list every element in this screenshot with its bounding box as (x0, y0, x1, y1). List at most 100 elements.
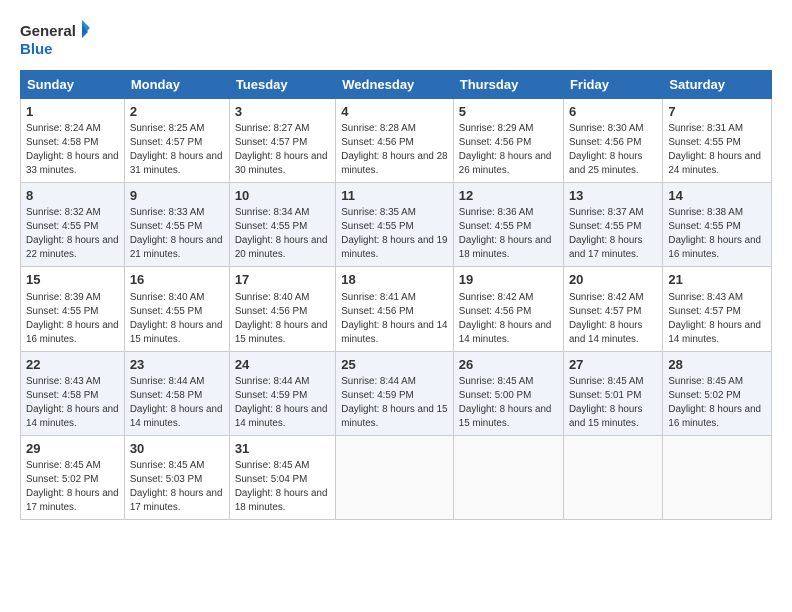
week-row-5: 29 Sunrise: 8:45 AMSunset: 5:02 PMDayligh… (21, 435, 772, 519)
day-number: 19 (459, 271, 558, 289)
day-number: 24 (235, 356, 330, 374)
sunrise-info: Sunrise: 8:32 AMSunset: 4:55 PMDaylight:… (26, 207, 119, 260)
logo: General Blue (20, 18, 90, 60)
sunrise-info: Sunrise: 8:44 AMSunset: 4:58 PMDaylight:… (130, 376, 223, 429)
calendar-cell: 21 Sunrise: 8:43 AMSunset: 4:57 PMDayligh… (663, 267, 772, 351)
calendar-cell: 9Sunrise: 8:33 AMSunset: 4:55 PMDaylight… (124, 183, 229, 267)
sunrise-info: Sunrise: 8:39 AMSunset: 4:55 PMDaylight:… (26, 292, 119, 345)
calendar-cell (336, 435, 454, 519)
svg-text:General: General (20, 23, 76, 40)
calendar-cell: 8 Sunrise: 8:32 AMSunset: 4:55 PMDaylight… (21, 183, 125, 267)
week-row-3: 15Sunrise: 8:39 AMSunset: 4:55 PMDayligh… (21, 267, 772, 351)
sunrise-info: Sunrise: 8:30 AMSunset: 4:56 PMDaylight:… (569, 123, 644, 176)
day-number: 20 (569, 271, 657, 289)
calendar-cell (663, 435, 772, 519)
sunrise-info: Sunrise: 8:38 AMSunset: 4:55 PMDaylight:… (668, 207, 761, 260)
day-number: 13 (569, 187, 657, 205)
week-row-1: 1 Sunrise: 8:24 AMSunset: 4:58 PMDaylight… (21, 99, 772, 183)
svg-text:Blue: Blue (20, 41, 53, 58)
day-number: 22 (26, 356, 119, 374)
day-number: 27 (569, 356, 657, 374)
calendar-cell: 24 Sunrise: 8:44 AMSunset: 4:59 PMDayligh… (229, 351, 335, 435)
calendar-cell: 4 Sunrise: 8:28 AMSunset: 4:56 PMDaylight… (336, 99, 454, 183)
sunrise-info: Sunrise: 8:24 AMSunset: 4:58 PMDaylight:… (26, 123, 119, 176)
week-row-2: 8 Sunrise: 8:32 AMSunset: 4:55 PMDaylight… (21, 183, 772, 267)
calendar-cell: 13 Sunrise: 8:37 AMSunset: 4:55 PMDayligh… (563, 183, 662, 267)
day-number: 11 (341, 187, 448, 205)
calendar-cell: 10 Sunrise: 8:34 AMSunset: 4:55 PMDayligh… (229, 183, 335, 267)
col-header-thursday: Thursday (453, 71, 563, 99)
day-number: 6 (569, 103, 657, 121)
calendar-cell: 28Sunrise: 8:45 AMSunset: 5:02 PMDayligh… (663, 351, 772, 435)
calendar-cell: 3 Sunrise: 8:27 AMSunset: 4:57 PMDaylight… (229, 99, 335, 183)
sunrise-info: Sunrise: 8:42 AMSunset: 4:56 PMDaylight:… (459, 292, 552, 345)
sunrise-info: Sunrise: 8:35 AMSunset: 4:55 PMDaylight:… (341, 207, 447, 260)
calendar-cell: 12 Sunrise: 8:36 AMSunset: 4:55 PMDayligh… (453, 183, 563, 267)
day-number: 21 (668, 271, 766, 289)
sunrise-info: Sunrise: 8:34 AMSunset: 4:55 PMDaylight:… (235, 207, 328, 260)
calendar-cell (453, 435, 563, 519)
day-number: 29 (26, 440, 119, 458)
col-header-tuesday: Tuesday (229, 71, 335, 99)
sunrise-info: Sunrise: 8:27 AMSunset: 4:57 PMDaylight:… (235, 123, 328, 176)
sunrise-info: Sunrise: 8:37 AMSunset: 4:55 PMDaylight:… (569, 207, 644, 260)
calendar-body: 1 Sunrise: 8:24 AMSunset: 4:58 PMDaylight… (21, 99, 772, 520)
day-number: 26 (459, 356, 558, 374)
day-number: 12 (459, 187, 558, 205)
day-number: 1 (26, 103, 119, 121)
sunrise-info: Sunrise: 8:45 AMSunset: 5:03 PMDaylight:… (130, 460, 223, 513)
calendar-cell: 17Sunrise: 8:40 AMSunset: 4:56 PMDayligh… (229, 267, 335, 351)
day-number: 5 (459, 103, 558, 121)
day-number: 7 (668, 103, 766, 121)
day-number: 3 (235, 103, 330, 121)
calendar-cell: 19 Sunrise: 8:42 AMSunset: 4:56 PMDayligh… (453, 267, 563, 351)
sunrise-info: Sunrise: 8:45 AMSunset: 5:00 PMDaylight:… (459, 376, 552, 429)
calendar-cell: 30 Sunrise: 8:45 AMSunset: 5:03 PMDayligh… (124, 435, 229, 519)
col-header-sunday: Sunday (21, 71, 125, 99)
day-number: 18 (341, 271, 448, 289)
sunrise-info: Sunrise: 8:44 AMSunset: 4:59 PMDaylight:… (235, 376, 328, 429)
page: General Blue SundayMondayTuesdayWednesda… (0, 0, 792, 612)
calendar-table: SundayMondayTuesdayWednesdayThursdayFrid… (20, 70, 772, 520)
sunrise-info: Sunrise: 8:28 AMSunset: 4:56 PMDaylight:… (341, 123, 447, 176)
calendar-cell: 1 Sunrise: 8:24 AMSunset: 4:58 PMDaylight… (21, 99, 125, 183)
sunrise-info: Sunrise: 8:45 AMSunset: 5:02 PMDaylight:… (26, 460, 119, 513)
calendar-cell: 11 Sunrise: 8:35 AMSunset: 4:55 PMDayligh… (336, 183, 454, 267)
sunrise-info: Sunrise: 8:29 AMSunset: 4:56 PMDaylight:… (459, 123, 552, 176)
sunrise-info: Sunrise: 8:43 AMSunset: 4:57 PMDaylight:… (668, 292, 761, 345)
col-header-friday: Friday (563, 71, 662, 99)
week-row-4: 22 Sunrise: 8:43 AMSunset: 4:58 PMDayligh… (21, 351, 772, 435)
header: General Blue (20, 18, 772, 60)
day-number: 25 (341, 356, 448, 374)
calendar-cell: 18Sunrise: 8:41 AMSunset: 4:56 PMDayligh… (336, 267, 454, 351)
calendar-cell: 29 Sunrise: 8:45 AMSunset: 5:02 PMDayligh… (21, 435, 125, 519)
sunrise-info: Sunrise: 8:31 AMSunset: 4:55 PMDaylight:… (668, 123, 761, 176)
calendar-cell: 22 Sunrise: 8:43 AMSunset: 4:58 PMDayligh… (21, 351, 125, 435)
calendar-cell: 16Sunrise: 8:40 AMSunset: 4:55 PMDayligh… (124, 267, 229, 351)
day-number: 17 (235, 271, 330, 289)
col-header-monday: Monday (124, 71, 229, 99)
day-number: 2 (130, 103, 224, 121)
sunrise-info: Sunrise: 8:43 AMSunset: 4:58 PMDaylight:… (26, 376, 119, 429)
calendar-cell: 15Sunrise: 8:39 AMSunset: 4:55 PMDayligh… (21, 267, 125, 351)
day-number: 10 (235, 187, 330, 205)
day-number: 4 (341, 103, 448, 121)
sunrise-info: Sunrise: 8:45 AMSunset: 5:04 PMDaylight:… (235, 460, 328, 513)
calendar-cell: 5 Sunrise: 8:29 AMSunset: 4:56 PMDaylight… (453, 99, 563, 183)
calendar-cell: 20Sunrise: 8:42 AMSunset: 4:57 PMDayligh… (563, 267, 662, 351)
sunrise-info: Sunrise: 8:45 AMSunset: 5:01 PMDaylight:… (569, 376, 644, 429)
calendar-header-row: SundayMondayTuesdayWednesdayThursdayFrid… (21, 71, 772, 99)
col-header-wednesday: Wednesday (336, 71, 454, 99)
calendar-cell: 31Sunrise: 8:45 AMSunset: 5:04 PMDayligh… (229, 435, 335, 519)
calendar-cell: 25Sunrise: 8:44 AMSunset: 4:59 PMDayligh… (336, 351, 454, 435)
calendar-cell: 26 Sunrise: 8:45 AMSunset: 5:00 PMDayligh… (453, 351, 563, 435)
day-number: 30 (130, 440, 224, 458)
calendar-cell: 7 Sunrise: 8:31 AMSunset: 4:55 PMDaylight… (663, 99, 772, 183)
day-number: 8 (26, 187, 119, 205)
sunrise-info: Sunrise: 8:36 AMSunset: 4:55 PMDaylight:… (459, 207, 552, 260)
calendar-cell (563, 435, 662, 519)
calendar-cell: 14 Sunrise: 8:38 AMSunset: 4:55 PMDayligh… (663, 183, 772, 267)
sunrise-info: Sunrise: 8:33 AMSunset: 4:55 PMDaylight:… (130, 207, 223, 260)
day-number: 14 (668, 187, 766, 205)
day-number: 23 (130, 356, 224, 374)
